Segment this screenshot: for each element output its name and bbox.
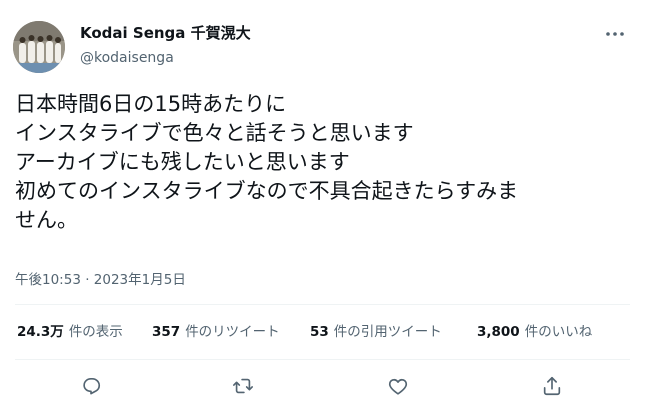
views-stat[interactable]: 24.3万 件の表示 [17,323,123,341]
quotes-label: 件の引用ツイート [333,324,442,340]
tweet-line: せん。 [15,208,78,232]
like-button[interactable] [387,375,411,399]
more-icon [606,32,624,36]
likes-stat[interactable]: 3,800 件のいいね [477,323,592,341]
likes-count: 3,800 [477,324,520,340]
retweets-stat[interactable]: 357 件のリツイート [152,323,280,341]
reply-button[interactable] [80,375,104,399]
more-button[interactable] [604,26,626,40]
tweet-timestamp[interactable]: 午後10:53 · 2023年1月5日 [15,268,186,288]
author-name[interactable]: Kodai Senga 千賀滉大 [80,24,251,42]
share-button[interactable] [541,375,565,399]
retweets-count: 357 [152,324,181,340]
tweet-line: インスタライブで色々と話そうと思います [15,121,414,145]
quotes-stat[interactable]: 53 件の引用ツイート [310,323,442,341]
author-handle[interactable]: @kodaisenga [80,49,174,67]
tweet-line: 初めてのインスタライブなので不具合起きたらすみま [15,179,519,203]
retweets-label: 件のリツイート [185,324,280,340]
tweet-line: 日本時間6日の15時あたりに [15,92,287,116]
views-count: 24.3万 [17,324,64,340]
views-label: 件の表示 [68,324,123,340]
quotes-count: 53 [310,324,329,340]
retweet-button[interactable] [232,375,256,399]
divider [15,359,630,360]
retweet-icon [233,378,253,394]
avatar[interactable] [13,21,65,73]
tweet-line: アーカイブにも残したいと思います [15,150,350,174]
likes-label: 件のいいね [524,324,593,340]
divider [15,304,630,305]
avatar-photo [13,21,65,73]
share-icon [543,376,561,396]
tweet-text: 日本時間6日の15時あたりに インスタライブで色々と話そうと思います アーカイブ… [15,90,635,235]
reply-icon [83,378,101,395]
like-icon [388,378,408,395]
author-name-row[interactable]: Kodai Senga 千賀滉大 [80,24,251,42]
